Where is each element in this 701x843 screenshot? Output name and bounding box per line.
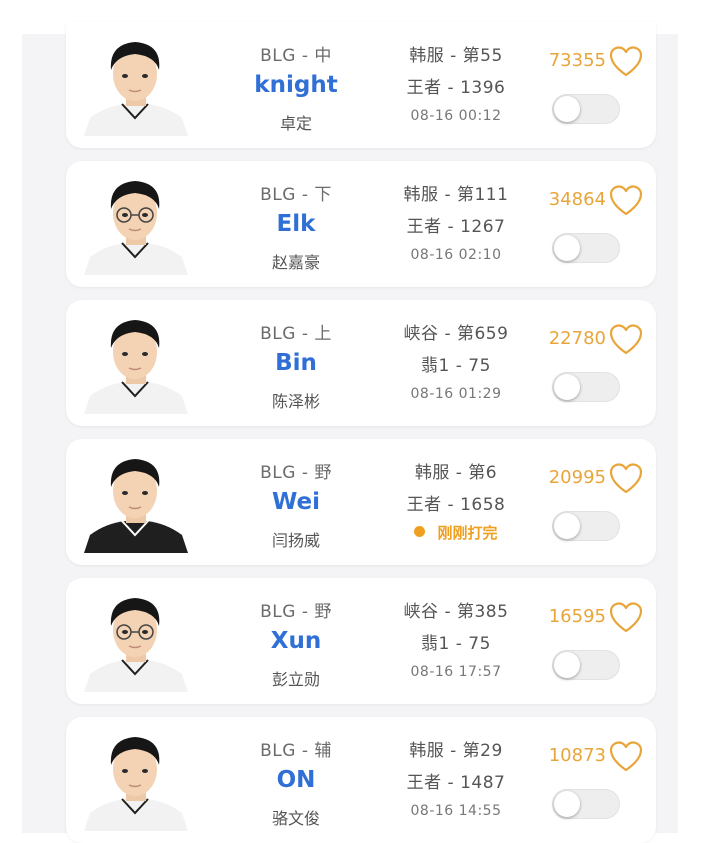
last-game-time: 08-16 14:55 xyxy=(410,803,502,819)
follow-toggle[interactable] xyxy=(552,650,620,680)
follow-toggle[interactable] xyxy=(552,511,620,541)
player-id[interactable]: ON xyxy=(226,767,366,793)
like-count: 22780 xyxy=(548,328,606,349)
player-id[interactable]: Wei xyxy=(226,489,366,515)
player-avatar[interactable] xyxy=(82,171,190,275)
player-card[interactable]: BLG - 上 Bin 陈泽彬 峡谷 - 第659 翡1 - 75 08-16 01:29… xyxy=(66,300,656,426)
player-real-name: 赵嘉豪 xyxy=(271,253,320,272)
heart-icon[interactable] xyxy=(609,602,643,634)
team-position: BLG - 野 xyxy=(260,602,332,622)
heart-icon[interactable] xyxy=(609,741,643,773)
last-game-time: 08-16 01:29 xyxy=(410,386,502,402)
list-background xyxy=(22,34,678,833)
team-position: BLG - 上 xyxy=(260,324,332,344)
follow-toggle[interactable] xyxy=(552,233,620,263)
like-count: 20995 xyxy=(548,467,606,488)
heart-icon[interactable] xyxy=(609,46,643,78)
player-card[interactable]: BLG - 下 Elk 赵嘉豪 韩服 - 第111 王者 - 1267 08-16 02:… xyxy=(66,161,656,287)
player-avatar[interactable] xyxy=(82,727,190,831)
player-id[interactable]: Elk xyxy=(226,211,366,237)
team-position: BLG - 野 xyxy=(260,463,332,483)
tier-lp: 王者 - 1396 xyxy=(406,78,506,98)
tier-lp: 王者 - 1658 xyxy=(406,495,506,515)
player-real-name: 彭立勋 xyxy=(271,670,320,689)
server-rank: 峡谷 - 第659 xyxy=(403,324,509,344)
follow-toggle[interactable] xyxy=(552,94,620,124)
like-count: 73355 xyxy=(548,50,606,71)
server-rank: 韩服 - 第29 xyxy=(409,741,503,761)
live-status-text: 刚刚打完 xyxy=(437,524,498,542)
team-position: BLG - 下 xyxy=(260,185,332,205)
server-rank: 韩服 - 第111 xyxy=(403,185,509,205)
heart-icon[interactable] xyxy=(609,463,643,495)
last-game-time: 08-16 00:12 xyxy=(410,108,502,124)
tier-lp: 翡1 - 75 xyxy=(421,356,491,376)
player-card[interactable]: BLG - 中 knight 卓定 韩服 - 第55 王者 - 1396 08-16 00… xyxy=(66,22,656,148)
live-dot-icon xyxy=(414,526,426,537)
tier-lp: 翡1 - 75 xyxy=(421,634,491,654)
player-card[interactable]: BLG - 野 Xun 彭立勋 峡谷 - 第385 翡1 - 75 08-16 17:57… xyxy=(66,578,656,704)
heart-icon[interactable] xyxy=(609,185,643,217)
toggle-knob xyxy=(554,513,580,539)
toggle-knob xyxy=(554,652,580,678)
player-card[interactable]: BLG - 野 Wei 闫扬威 韩服 - 第6 王者 - 1658 刚刚打完 20995 xyxy=(66,439,656,565)
like-count: 34864 xyxy=(548,189,606,210)
like-count: 16595 xyxy=(548,606,606,627)
tier-lp: 王者 - 1267 xyxy=(406,217,506,237)
player-avatar[interactable] xyxy=(82,310,190,414)
toggle-knob xyxy=(554,235,580,261)
toggle-knob xyxy=(554,791,580,817)
player-real-name: 陈泽彬 xyxy=(271,392,320,411)
player-real-name: 卓定 xyxy=(279,114,312,133)
live-status: 刚刚打完 xyxy=(371,522,541,543)
player-id[interactable]: Xun xyxy=(226,628,366,654)
server-rank: 韩服 - 第55 xyxy=(409,46,503,66)
player-real-name: 闫扬威 xyxy=(271,531,320,550)
player-avatar[interactable] xyxy=(82,449,190,553)
player-real-name: 骆文俊 xyxy=(271,809,320,828)
player-avatar[interactable] xyxy=(82,32,190,136)
tier-lp: 王者 - 1487 xyxy=(406,773,506,793)
last-game-time: 08-16 02:10 xyxy=(410,247,502,263)
toggle-knob xyxy=(554,374,580,400)
player-avatar[interactable] xyxy=(82,588,190,692)
follow-toggle[interactable] xyxy=(552,789,620,819)
server-rank: 韩服 - 第6 xyxy=(414,463,498,483)
team-position: BLG - 辅 xyxy=(260,741,332,761)
player-id[interactable]: knight xyxy=(226,72,366,98)
like-count: 10873 xyxy=(548,745,606,766)
player-card[interactable]: BLG - 辅 ON 骆文俊 韩服 - 第29 王者 - 1487 08-16 14:55… xyxy=(66,717,656,843)
toggle-knob xyxy=(554,96,580,122)
player-id[interactable]: Bin xyxy=(226,350,366,376)
follow-toggle[interactable] xyxy=(552,372,620,402)
server-rank: 峡谷 - 第385 xyxy=(403,602,509,622)
last-game-time: 08-16 17:57 xyxy=(410,664,502,680)
heart-icon[interactable] xyxy=(609,324,643,356)
team-position: BLG - 中 xyxy=(260,46,332,66)
